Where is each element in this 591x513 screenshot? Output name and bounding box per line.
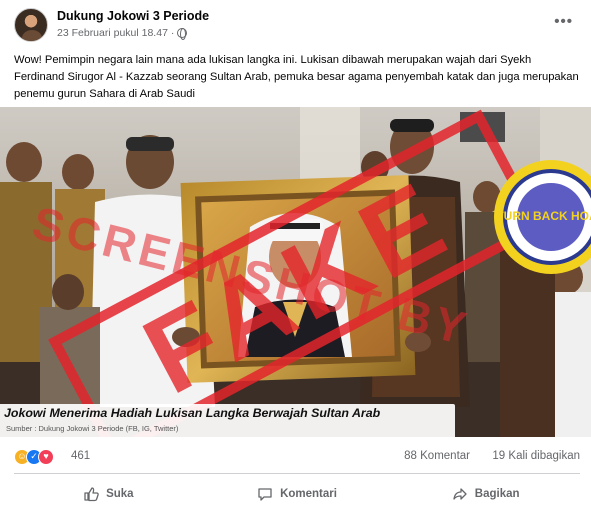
- shares-count[interactable]: 19 Kali dibagikan: [492, 450, 580, 462]
- image-caption-title: Jokowi Menerima Hadiah Lukisan Langka Be…: [4, 406, 381, 420]
- badge-text: TURN BACK HOAX: [496, 209, 591, 223]
- comment-label: Komentari: [280, 488, 337, 500]
- post-image[interactable]: SCREENSHOT BY FAKE TURN BACK HOAX Jokowi…: [0, 107, 591, 437]
- comments-count[interactable]: 88 Komentar: [404, 450, 470, 462]
- author-name[interactable]: Dukung Jokowi 3 Periode: [57, 9, 209, 23]
- divider: [14, 473, 580, 474]
- thumbs-up-icon: [84, 487, 99, 502]
- image-caption-bar: Jokowi Menerima Hadiah Lukisan Langka Be…: [0, 404, 455, 437]
- share-label: Bagikan: [474, 488, 520, 500]
- meta-separator: ·: [170, 27, 175, 39]
- engagement-bar: ☺ ✓ ♥ 461 88 Komentar 19 Kali dibagikan: [14, 446, 580, 468]
- photo-scene: SCREENSHOT BY FAKE TURN BACK HOAX: [0, 107, 591, 437]
- love-icon: ♥: [38, 449, 54, 465]
- share-icon: [453, 488, 467, 500]
- reactions-count[interactable]: 461: [71, 450, 90, 462]
- comment-icon: [258, 488, 272, 501]
- action-bar: Suka Komentari Bagikan: [14, 480, 580, 508]
- reaction-icons[interactable]: ☺ ✓ ♥: [14, 449, 62, 465]
- image-caption-source: Sumber : Dukung Jokowi 3 Periode (FB, IG…: [6, 424, 179, 433]
- post-header: Dukung Jokowi 3 Periode 23 Februari puku…: [14, 8, 577, 44]
- post-text: Wow! Pemimpin negara lain mana ada lukis…: [14, 54, 579, 100]
- post-meta: 23 Februari pukul 18.47 ·: [57, 27, 188, 40]
- post-timestamp[interactable]: 23 Februari pukul 18.47: [57, 27, 168, 39]
- author-avatar[interactable]: [14, 8, 48, 42]
- globe-icon: [177, 28, 188, 40]
- share-button[interactable]: Bagikan: [391, 480, 580, 508]
- like-button[interactable]: Suka: [14, 480, 203, 508]
- more-options-button[interactable]: •••: [554, 13, 573, 30]
- like-label: Suka: [106, 488, 134, 500]
- comment-button[interactable]: Komentari: [203, 480, 392, 508]
